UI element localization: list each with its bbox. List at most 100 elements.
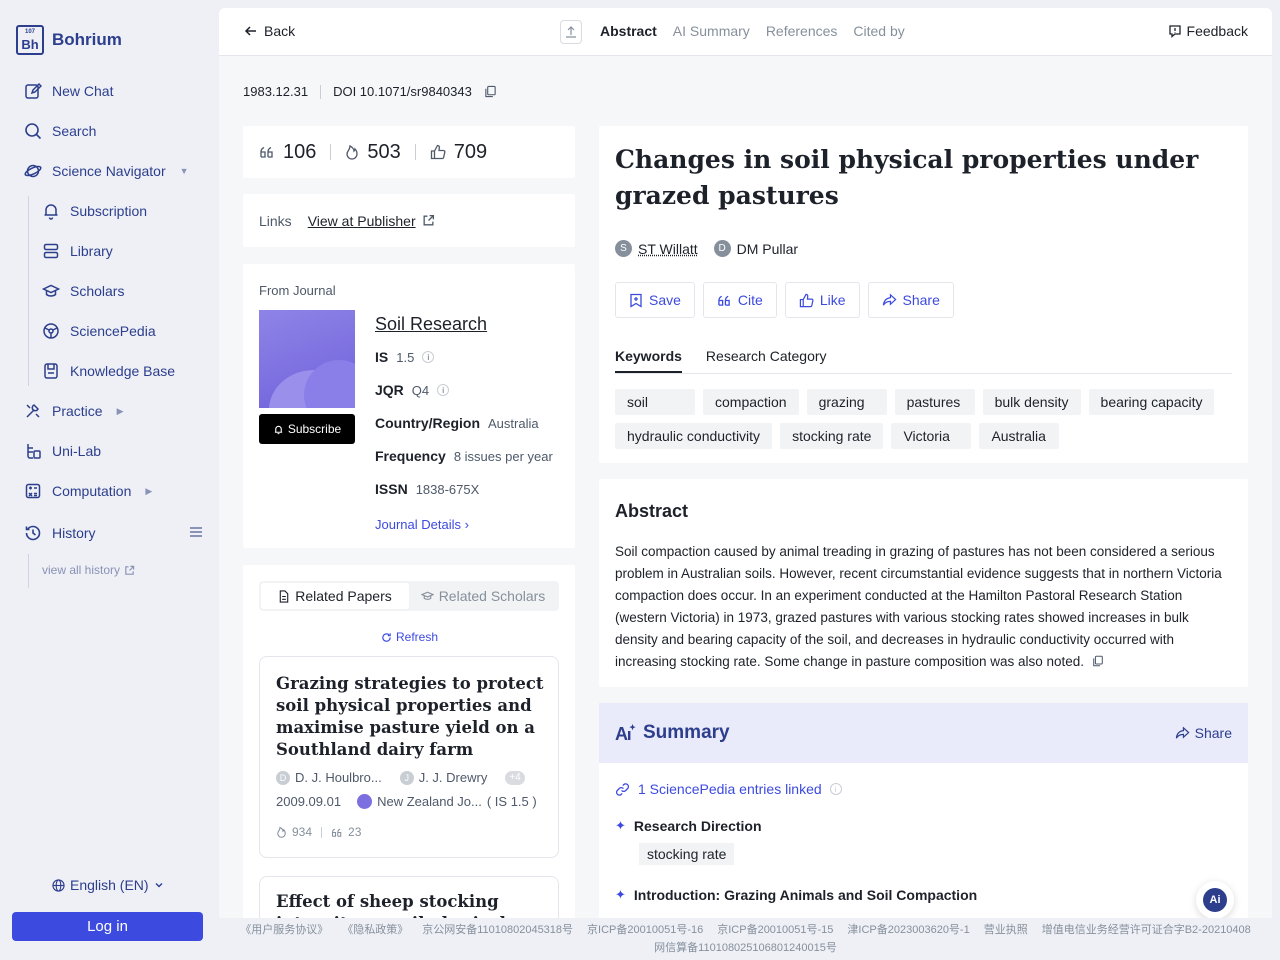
publish-date: 1983.12.31: [243, 84, 309, 99]
feedback-label: Feedback: [1186, 23, 1248, 39]
chevron-right-icon: ▶: [145, 485, 153, 496]
sidebar-item-sciencepedia[interactable]: SciencePedia: [42, 320, 156, 342]
export-button[interactable]: [560, 20, 582, 44]
sidebar-item-computation[interactable]: Computation ▶: [24, 480, 152, 502]
sidebar-item-science-navigator[interactable]: Science Navigator ▼: [24, 160, 189, 182]
keyword-tag[interactable]: hydraulic conductivity: [615, 423, 773, 449]
keyword-tag[interactable]: bulk density: [982, 389, 1081, 415]
paper-title: Changes in soil physical properties unde…: [615, 145, 1199, 210]
back-button[interactable]: Back: [244, 23, 295, 39]
brand[interactable]: 107 Bh Bohrium: [16, 25, 122, 55]
related-paper-title[interactable]: Effect of sheep stocking intensity on so…: [276, 891, 546, 918]
sidebar-item-label: Search: [52, 123, 97, 139]
sidebar-item-history[interactable]: History: [24, 522, 96, 544]
sidebar-item-practice[interactable]: Practice ▶: [24, 400, 124, 422]
tab-keywords[interactable]: Keywords: [615, 348, 682, 373]
author[interactable]: S ST Willatt: [615, 240, 698, 257]
paper-meta: 1983.12.31 DOI 10.1071/sr9840343: [243, 84, 497, 99]
info-icon[interactable]: i: [422, 351, 435, 363]
keyword-tag[interactable]: grazing: [806, 389, 887, 415]
keyword-tag[interactable]: stocking rate: [780, 423, 884, 449]
tab-related-papers[interactable]: Related Papers: [261, 583, 409, 609]
paper-actions: Save Cite Like Share: [615, 282, 954, 318]
keyword-tag[interactable]: Victoria: [891, 423, 972, 449]
info-icon[interactable]: i: [437, 384, 450, 396]
footer-link[interactable]: 京ICP备20010051号-15: [717, 921, 833, 939]
login-button[interactable]: Log in: [12, 912, 203, 941]
info-icon[interactable]: i: [829, 783, 842, 795]
footer-link[interactable]: 《用户服务协议》: [240, 921, 328, 939]
journal-name-link[interactable]: Soil Research: [375, 314, 487, 335]
like-button[interactable]: Like: [784, 282, 860, 318]
share-label: Share: [902, 292, 940, 308]
footer-link[interactable]: 营业执照: [984, 921, 1028, 939]
upload-icon: [566, 26, 576, 38]
journal-details-link[interactable]: Journal Details ›: [375, 517, 469, 532]
external-link-icon: [125, 565, 135, 575]
journal-avatar: [357, 794, 373, 809]
frequency-label: Frequency: [375, 448, 446, 464]
journal-is: IS 1.5 i: [375, 349, 435, 365]
author-name[interactable]: J. J. Drewry: [419, 770, 488, 785]
country-value: Australia: [488, 415, 539, 431]
summary-share-button[interactable]: Share: [1175, 725, 1232, 741]
tab-related-scholars[interactable]: Related Scholars: [409, 583, 557, 609]
history-menu-icon[interactable]: [190, 527, 202, 537]
sciencepedia-link[interactable]: 1 SciencePedia entries linked i: [615, 781, 842, 797]
copy-icon[interactable]: [1092, 655, 1104, 667]
share-button[interactable]: Share: [867, 282, 954, 318]
flame-icon: [346, 144, 359, 160]
paper-journal[interactable]: New Zealand Jo...: [377, 794, 482, 809]
save-button[interactable]: Save: [615, 282, 695, 318]
bookmark-plus-icon: [630, 293, 642, 308]
calculator-icon: [25, 483, 41, 499]
related-paper-meta: 2009.09.01 New Zealand Jo... ( IS 1.5 ): [276, 794, 537, 809]
ai-assistant-button[interactable]: Ai: [1196, 881, 1234, 918]
journal-frequency: Frequency 8 issues per year: [375, 448, 553, 464]
divider: [414, 144, 416, 160]
tab-research-category[interactable]: Research Category: [706, 348, 827, 373]
tab-abstract[interactable]: Abstract: [600, 23, 657, 39]
related-paper-title[interactable]: Grazing strategies to protect soil physi…: [276, 673, 546, 761]
view-at-publisher-link[interactable]: View at Publisher: [308, 213, 435, 229]
keyword-tag[interactable]: Australia: [979, 423, 1060, 449]
sidebar-item-subscription[interactable]: Subscription: [42, 200, 147, 222]
keyword-tag[interactable]: soil: [615, 389, 695, 415]
tab-cited-by[interactable]: Cited by: [853, 23, 904, 39]
sidebar-item-library[interactable]: Library: [42, 240, 113, 262]
footer-link[interactable]: 京公网安备11010802045318号: [422, 921, 573, 939]
sidebar-item-search[interactable]: Search: [24, 120, 96, 142]
copy-icon[interactable]: [484, 85, 497, 98]
language-label: English (EN): [70, 877, 149, 893]
footer-link[interactable]: 网信算备110108025106801240015号: [219, 939, 1272, 957]
footer-link[interactable]: 京ICP备20010051号-16: [587, 921, 703, 939]
refresh-button[interactable]: Refresh: [381, 630, 438, 644]
cite-button[interactable]: Cite: [702, 282, 777, 318]
footer-link[interactable]: 增值电信业务经营许可证合字B2-20210408: [1042, 921, 1251, 939]
author[interactable]: D DM Pullar: [713, 240, 798, 257]
tab-ai-summary[interactable]: AI Summary: [673, 23, 750, 39]
feedback-button[interactable]: Feedback: [1168, 23, 1248, 39]
more-authors-badge[interactable]: +4: [505, 770, 525, 785]
journal-cover-image[interactable]: [259, 310, 355, 408]
language-selector[interactable]: English (EN): [52, 877, 164, 893]
subscribe-button[interactable]: Subscribe: [259, 414, 355, 444]
footer-link[interactable]: 《隐私政策》: [342, 921, 408, 939]
related-paper-card[interactable]: Effect of sheep stocking intensity on so…: [259, 876, 559, 918]
sidebar-item-new-chat[interactable]: New Chat: [24, 80, 113, 102]
jqr-label: JQR: [375, 382, 404, 398]
related-paper-card[interactable]: Grazing strategies to protect soil physi…: [259, 656, 559, 858]
direction-tag[interactable]: stocking rate: [639, 843, 735, 865]
keyword-tag[interactable]: compaction: [703, 389, 799, 415]
keyword-tag[interactable]: pastures: [894, 389, 975, 415]
keyword-tag[interactable]: bearing capacity: [1088, 389, 1215, 415]
footer-link[interactable]: 津ICP备2023003620号-1: [847, 921, 969, 939]
sidebar-item-scholars[interactable]: Scholars: [42, 280, 124, 302]
sidebar-item-knowledge-base[interactable]: Knowledge Base: [42, 360, 175, 382]
globe-icon: [52, 878, 65, 892]
sparkle-icon: ✦: [615, 818, 626, 833]
author-name[interactable]: D. J. Houlbro...: [295, 770, 382, 785]
sidebar-item-uni-lab[interactable]: Uni-Lab: [24, 440, 101, 462]
tab-references[interactable]: References: [766, 23, 838, 39]
view-all-history-link[interactable]: view all history: [42, 563, 135, 577]
